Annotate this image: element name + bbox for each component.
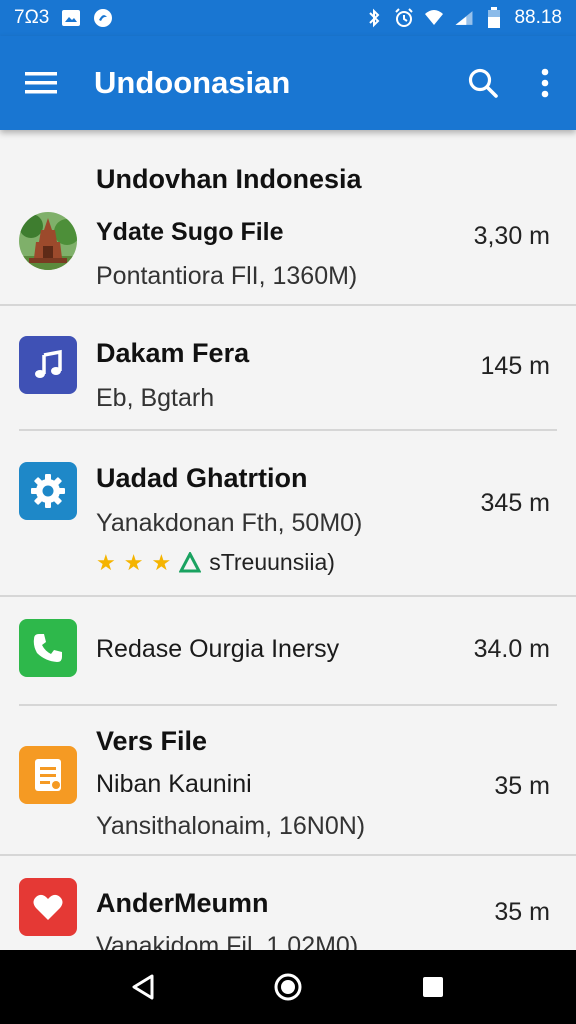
item-details: Pontantiora FlI, 1360M) <box>96 262 358 290</box>
item-subtitle: Eb, Bgtarh <box>96 384 215 412</box>
item-size: 145 m <box>480 352 550 380</box>
list-item[interactable]: Undovhan Indonesia Ydate Sugo File Ponta… <box>0 130 576 306</box>
item-size: 345 m <box>480 489 550 517</box>
document-icon <box>19 746 77 804</box>
item-title: Vers File <box>96 726 208 756</box>
menu-icon <box>25 72 57 94</box>
home-icon <box>274 973 302 1001</box>
search-icon <box>468 68 498 98</box>
star-icon: ★ <box>151 549 172 575</box>
back-icon <box>132 974 154 1000</box>
wifi-icon <box>424 8 444 28</box>
drive-icon <box>179 551 202 572</box>
more-options-button[interactable] <box>514 36 576 130</box>
recents-button[interactable] <box>403 957 463 1017</box>
search-button[interactable] <box>452 36 514 130</box>
file-list: Undovhan Indonesia Ydate Sugo File Ponta… <box>0 130 576 950</box>
list-item[interactable]: Uadad Ghatrtion Yanakdonan Fth, 50M0) ★ … <box>0 431 576 595</box>
item-subtitle: Niban Kaunini <box>96 770 252 798</box>
heart-icon <box>19 878 77 936</box>
item-subtitle: Ydate Sugo File <box>96 218 284 246</box>
status-time-left: 7Ω3 <box>14 7 50 28</box>
star-icon: ★ <box>123 549 144 575</box>
item-size: 3,30 m <box>473 222 550 250</box>
item-title: AnderMeumn <box>96 888 269 918</box>
item-size: 34.0 m <box>473 635 550 663</box>
list-item[interactable]: Vers File Niban Kaunini Yansithalonaim, … <box>0 706 576 854</box>
alarm-icon <box>394 8 414 28</box>
list-item[interactable]: AnderMeumn Vanakidom Fil, 1 02M0) 35 m <box>0 856 576 950</box>
item-details: Vanakidom Fil, 1 02M0) <box>96 932 359 950</box>
screen: 7Ω3 88.18 Undoonasian Undovhan Indonesia… <box>0 0 576 1024</box>
star-icon: ★ <box>96 549 116 575</box>
circle-app-icon <box>93 8 113 28</box>
navigation-bar <box>0 950 576 1024</box>
bluetooth-icon <box>364 8 384 28</box>
phone-icon <box>19 619 77 677</box>
item-title: Undovhan Indonesia <box>96 164 362 194</box>
music-icon <box>19 336 77 394</box>
home-button[interactable] <box>258 957 318 1017</box>
item-subtitle: Yanakdonan Fth, 50M0) <box>96 509 363 537</box>
item-title: Redase Ourgia Inersy <box>96 635 340 663</box>
list-item[interactable]: Dakam Fera Eb, Bgtarh 145 m <box>0 306 576 430</box>
image-icon <box>61 8 81 28</box>
temple-photo-avatar <box>19 212 77 270</box>
status-time-right: 88.18 <box>514 7 562 28</box>
item-rating: ★ ★ ★ sTreuunsiia) <box>96 549 335 576</box>
item-size: 35 m <box>494 898 550 926</box>
signal-icon <box>454 8 474 28</box>
item-title: Dakam Fera <box>96 338 250 368</box>
app-title: Undoonasian <box>94 65 291 100</box>
list-item[interactable]: Redase Ourgia Inersy 34.0 m <box>0 597 576 705</box>
status-bar: 7Ω3 88.18 <box>0 0 576 36</box>
settings-gear-icon <box>19 462 77 520</box>
more-vert-icon <box>541 68 549 98</box>
item-size: 35 m <box>494 772 550 800</box>
back-button[interactable] <box>113 957 173 1017</box>
menu-button[interactable] <box>0 36 82 130</box>
app-bar: Undoonasian <box>0 36 576 130</box>
rating-text: sTreuunsiia) <box>209 549 335 575</box>
item-details: Yansithalonaim, 16N0N) <box>96 812 366 840</box>
battery-icon <box>484 7 504 28</box>
recents-icon <box>423 977 444 997</box>
item-title: Uadad Ghatrtion <box>96 463 308 493</box>
